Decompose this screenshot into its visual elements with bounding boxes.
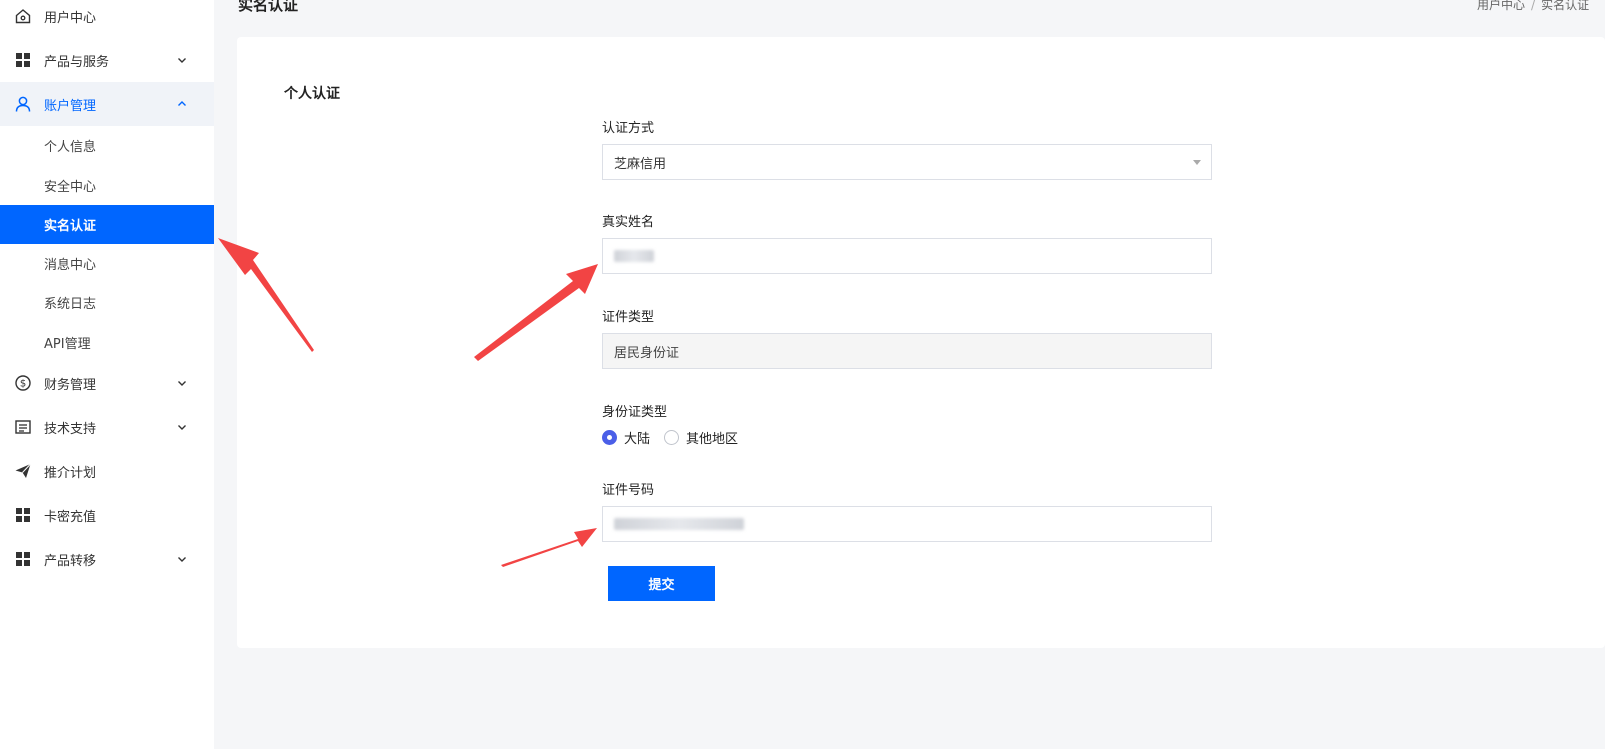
breadcrumb-separator: / (1531, 0, 1536, 12)
sidebar-subitem-label: 实名认证 (44, 219, 97, 234)
sidebar: 用户中心 产品与服务 账户管理 个人信息 安全中心 实名认证 消息中心 系统日志… (0, 0, 214, 749)
sidebar-subitem-label: 安全中心 (44, 180, 97, 195)
method-label: 认证方式 (602, 121, 655, 136)
home-icon (14, 7, 32, 25)
sidebar-subitem-verification[interactable]: 实名认证 (0, 205, 214, 244)
id-type-label: 身份证类型 (602, 405, 668, 420)
radio-label: 其他地区 (686, 432, 739, 447)
radio-other-region[interactable]: 其他地区 (664, 428, 738, 447)
section-title: 个人认证 (284, 86, 340, 102)
sidebar-item-finance[interactable]: $ 财务管理 (0, 361, 214, 405)
sidebar-subitem-logs[interactable]: 系统日志 (0, 283, 214, 322)
method-select[interactable]: 芝麻信用 (602, 144, 1212, 180)
sidebar-item-label: 产品与服务 (44, 54, 110, 70)
real-name-input[interactable] (602, 238, 1212, 274)
name-label: 真实姓名 (602, 215, 655, 230)
sidebar-subitem-label: API管理 (44, 337, 91, 352)
sidebar-subitem-messages[interactable]: 消息中心 (0, 244, 214, 283)
chevron-down-icon (178, 58, 186, 63)
sidebar-item-label: 技术支持 (44, 421, 97, 437)
sidebar-subitem-api[interactable]: API管理 (0, 323, 214, 362)
sidebar-subitem-label: 系统日志 (44, 297, 97, 312)
breadcrumb-home[interactable]: 用户中心 (1477, 0, 1525, 12)
dollar-icon: $ (14, 374, 32, 392)
grid-icon (14, 550, 32, 568)
sidebar-item-label: 账户管理 (44, 98, 97, 114)
sidebar-item-products[interactable]: 产品与服务 (0, 38, 214, 82)
breadcrumb-current: 实名认证 (1541, 0, 1590, 12)
send-icon (14, 462, 32, 480)
user-icon (14, 95, 32, 113)
sidebar-subitem-label: 消息中心 (44, 258, 97, 273)
chevron-down-icon (178, 557, 186, 562)
chevron-up-icon (178, 101, 186, 106)
sidebar-item-label: 卡密充值 (44, 509, 97, 525)
breadcrumb: 用户中心 / 实名认证 (1477, 0, 1589, 13)
chevron-down-icon (178, 381, 186, 386)
radio-label: 大陆 (624, 432, 651, 447)
grid-icon (14, 51, 32, 69)
sidebar-item-label: 财务管理 (44, 377, 97, 393)
id-type-radio-group: 大陆 其他地区 (602, 428, 752, 447)
grid-icon (14, 506, 32, 524)
sidebar-item-transfer[interactable]: 产品转移 (0, 537, 214, 581)
sidebar-item-recharge[interactable]: 卡密充值 (0, 493, 214, 537)
redacted-name (614, 250, 654, 262)
cert-type-label: 证件类型 (602, 310, 655, 325)
document-icon (14, 418, 32, 436)
sidebar-item-label: 用户中心 (44, 10, 97, 26)
sidebar-item-account[interactable]: 账户管理 (0, 82, 214, 126)
svg-text:$: $ (20, 379, 26, 390)
submit-button[interactable]: 提交 (608, 566, 715, 601)
sidebar-item-support[interactable]: 技术支持 (0, 405, 214, 449)
sidebar-item-label: 产品转移 (44, 553, 97, 569)
cert-type-field: 居民身份证 (602, 333, 1212, 369)
caret-down-icon (1193, 160, 1201, 165)
sidebar-item-label: 推介计划 (44, 465, 97, 481)
cert-type-value: 居民身份证 (614, 345, 680, 361)
sidebar-subitem-profile[interactable]: 个人信息 (0, 126, 214, 165)
radio-unchecked-icon[interactable] (664, 430, 680, 445)
sidebar-item-referral[interactable]: 推介计划 (0, 449, 214, 493)
sidebar-item-user-center[interactable]: 用户中心 (0, 0, 214, 38)
sidebar-subitem-label: 个人信息 (44, 140, 97, 155)
sidebar-subitem-security[interactable]: 安全中心 (0, 166, 214, 205)
id-number-label: 证件号码 (602, 483, 655, 498)
radio-checked-icon[interactable] (602, 430, 617, 445)
id-number-input[interactable] (602, 506, 1212, 542)
radio-mainland[interactable]: 大陆 (602, 428, 650, 447)
page-title: 实名认证 (238, 0, 299, 14)
method-value: 芝麻信用 (614, 156, 667, 172)
redacted-id-number (614, 518, 744, 530)
chevron-down-icon (178, 425, 186, 430)
